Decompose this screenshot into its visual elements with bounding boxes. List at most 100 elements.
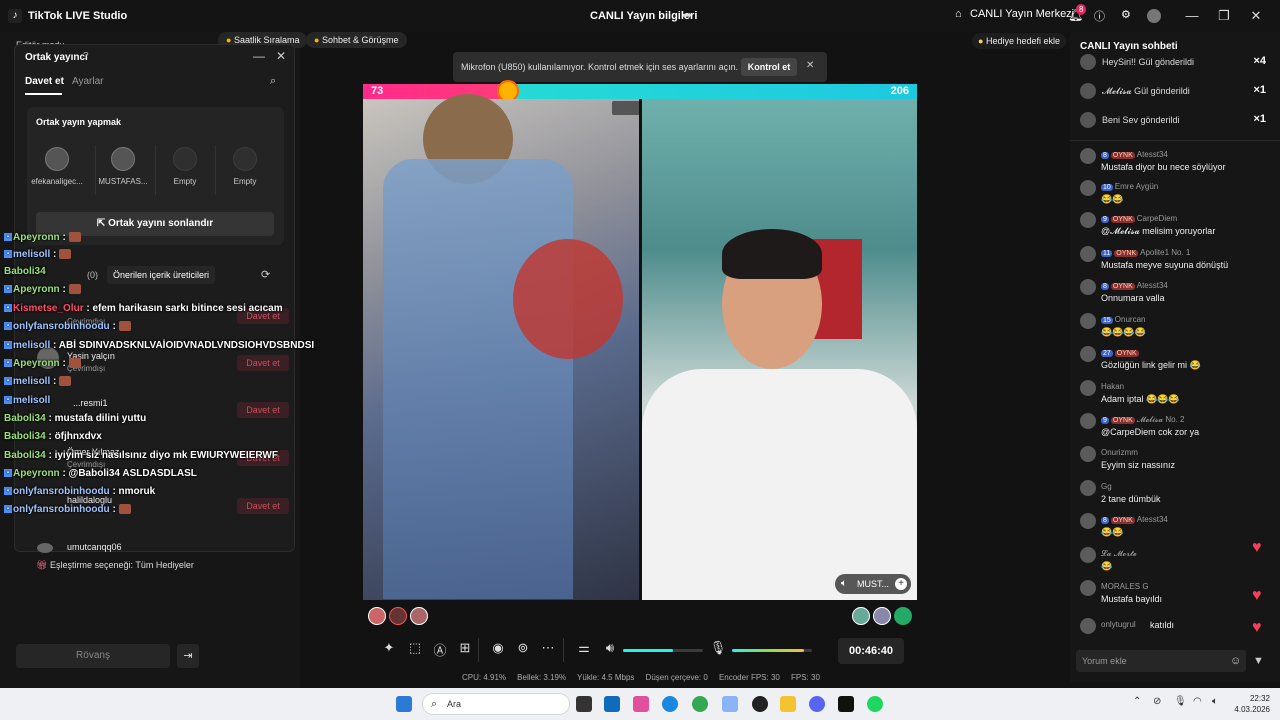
- chat-username[interactable]: Atesst34: [1137, 281, 1168, 290]
- mic-icon[interactable]: 🎙︎: [709, 640, 727, 656]
- comment-input[interactable]: Yorum ekle: [1076, 650, 1246, 672]
- chat-username[interactable]: Onurizmm: [1101, 448, 1138, 457]
- windows-start-icon[interactable]: [396, 696, 412, 712]
- app-icon[interactable]: [722, 696, 738, 712]
- emoji-icon[interactable]: ☺: [1230, 655, 1241, 667]
- app-icon[interactable]: [752, 696, 768, 712]
- guest-label-button[interactable]: 🔈︎ MUST... +: [835, 574, 911, 594]
- chat-username[interactable]: Emre Aygün: [1115, 182, 1158, 191]
- slot-3[interactable]: Empty: [155, 147, 215, 186]
- more-icon[interactable]: ⋯: [539, 640, 557, 656]
- ai-icon[interactable]: Ⓐ: [431, 640, 449, 659]
- gift-goal-button[interactable]: ● Hediye hedefi ekle: [972, 33, 1067, 49]
- help-icon[interactable]: ⓘ: [1094, 8, 1105, 24]
- close-icon[interactable]: ✕: [276, 49, 286, 63]
- outlook-icon[interactable]: [604, 696, 620, 712]
- rematch-button[interactable]: Rövanş: [16, 644, 170, 668]
- settings-sliders-icon[interactable]: ⚌: [575, 640, 593, 656]
- chat-username[interactable]: Apolite1 No. 1: [1140, 248, 1190, 257]
- discord-icon[interactable]: [809, 696, 825, 712]
- mic-icon[interactable]: 🎙︎: [1174, 696, 1187, 707]
- chat-message[interactable]: 11 OYNK Apolite1 No. 1 Mustafa meyve suyuna…: [1080, 246, 1270, 276]
- chat-message[interactable]: 15 Onurcan 😂😂😂😂: [1080, 313, 1270, 343]
- chat-username[interactable]: 𝓜𝓮𝓵𝓲𝓼𝓪 No. 2: [1137, 415, 1185, 424]
- chat-message[interactable]: MORALES G Mustafa bayıldı: [1080, 580, 1270, 610]
- chat-message[interactable]: 8 OYNK Atesst34 😂😂: [1080, 513, 1270, 543]
- close-button[interactable]: ✕: [1246, 6, 1266, 26]
- avatar[interactable]: [410, 607, 428, 625]
- volume-icon[interactable]: 🔊︎: [601, 640, 619, 656]
- avatar[interactable]: [894, 607, 912, 625]
- tiktok-icon[interactable]: [838, 696, 854, 712]
- chat-username[interactable]: onlytugrul: [1101, 620, 1136, 629]
- mic-slider[interactable]: [732, 649, 812, 652]
- invite-button[interactable]: Davet et: [237, 355, 289, 371]
- magic-icon[interactable]: ✦: [380, 640, 398, 656]
- slot-4[interactable]: Empty: [215, 147, 275, 186]
- avatar[interactable]: [873, 607, 891, 625]
- chat-username[interactable]: Hakan: [1101, 382, 1124, 391]
- refresh-icon[interactable]: ⟳: [261, 268, 270, 281]
- chat-username[interactable]: MORALES G: [1101, 582, 1149, 591]
- chat-message[interactable]: onlytugrul katıldı: [1080, 618, 1270, 648]
- maximize-button[interactable]: ❐: [1214, 6, 1234, 26]
- volume-icon[interactable]: 🔈︎: [1212, 696, 1218, 707]
- effects-icon[interactable]: ⬚: [406, 640, 424, 656]
- chat-message[interactable]: 27 OYNK Gözlüğün link gelir mi 😂: [1080, 346, 1270, 376]
- minimize-button[interactable]: —: [1182, 6, 1202, 26]
- invite-button[interactable]: Davet et: [237, 498, 289, 514]
- add-source-icon[interactable]: ⊞: [456, 640, 474, 656]
- chat-username[interactable]: Gg: [1101, 482, 1112, 491]
- spotify-icon[interactable]: [867, 696, 883, 712]
- live-center-link[interactable]: CANLI Yayın Merkezi: [970, 8, 1074, 20]
- chat-message[interactable]: Gg 2 tane dümbük: [1080, 480, 1270, 510]
- wifi-icon[interactable]: ◠: [1193, 696, 1202, 707]
- tab-settings[interactable]: Ayarlar: [72, 76, 104, 87]
- chat-meet-chip[interactable]: ● Sohbet & Görüşme: [306, 32, 407, 48]
- chrome-icon[interactable]: [692, 696, 708, 712]
- chat-message[interactable]: 9 OYNK 𝓜𝓮𝓵𝓲𝓼𝓪 No. 2 @CarpeDiem cok zor ya: [1080, 413, 1270, 443]
- slot-2[interactable]: MUSTAFAS...: [93, 147, 153, 186]
- tray-chevron-icon[interactable]: ⌃: [1133, 696, 1141, 707]
- home-icon[interactable]: ⌂: [955, 8, 962, 20]
- chat-username[interactable]: Atesst34: [1137, 150, 1168, 159]
- chat-message[interactable]: 8 OYNK Atesst34 Onnumara valla: [1080, 279, 1270, 309]
- suggested-creators-tab[interactable]: Önerilen içerik üreticileri: [107, 266, 216, 284]
- volume-slider[interactable]: [623, 649, 703, 652]
- exit-icon[interactable]: ⇥: [177, 644, 199, 668]
- slot-1[interactable]: efekanaligec...: [27, 147, 87, 186]
- chat-username[interactable]: 𝓛𝓪 𝓜𝓸𝓻𝓽𝓮: [1101, 549, 1137, 558]
- chat-username[interactable]: Onurcan: [1115, 315, 1146, 324]
- network-icon[interactable]: ⊘: [1153, 696, 1161, 707]
- chat-message[interactable]: 8 OYNK Atesst34 Mustafa diyor bu nece söylü…: [1080, 148, 1270, 178]
- edge-icon[interactable]: [662, 696, 678, 712]
- chat-message[interactable]: 𝓛𝓪 𝓜𝓸𝓻𝓽𝓮 😂: [1080, 547, 1270, 577]
- chat-username[interactable]: Atesst34: [1137, 515, 1168, 524]
- copilot-icon[interactable]: [633, 696, 649, 712]
- avatar[interactable]: [389, 607, 407, 625]
- chat-message[interactable]: Onurizmm Eyyim siz nassınız: [1080, 446, 1270, 476]
- filter-icon[interactable]: ▼: [1253, 655, 1264, 667]
- check-button[interactable]: Kontrol et: [741, 58, 797, 76]
- help-icon[interactable]: ?: [83, 51, 89, 62]
- avatar[interactable]: [1147, 9, 1161, 23]
- camera-icon[interactable]: ⊚: [514, 640, 532, 656]
- avatar[interactable]: [852, 607, 870, 625]
- clock[interactable]: 22:32 4.03.2026: [1234, 693, 1270, 715]
- avatar[interactable]: [368, 607, 386, 625]
- folder-icon[interactable]: [780, 696, 796, 712]
- layout-icon[interactable]: [612, 101, 640, 115]
- invite-button[interactable]: Davet et: [237, 402, 289, 418]
- search-input[interactable]: ⌕ Ara: [422, 693, 570, 715]
- minimize-icon[interactable]: —: [253, 49, 265, 63]
- chat-message[interactable]: 10 Emre Aygün 😂😂: [1080, 180, 1270, 210]
- close-icon[interactable]: ✕: [806, 60, 814, 71]
- gear-icon[interactable]: ⚙: [1121, 8, 1131, 21]
- chat-username[interactable]: CarpeDiem: [1137, 214, 1177, 223]
- tab-invite[interactable]: Davet et: [25, 76, 64, 87]
- record-icon[interactable]: ◉: [489, 640, 507, 656]
- search-icon[interactable]: ⌕: [270, 75, 276, 88]
- share-icon[interactable]: ➦: [682, 8, 692, 22]
- chat-message[interactable]: Hakan Adam iptal 😂😂😂: [1080, 380, 1270, 410]
- chat-message[interactable]: 9 OYNK CarpeDiem @𝓜𝓮𝓵𝓲𝓼𝓪 melisim yoruyorlar: [1080, 212, 1270, 242]
